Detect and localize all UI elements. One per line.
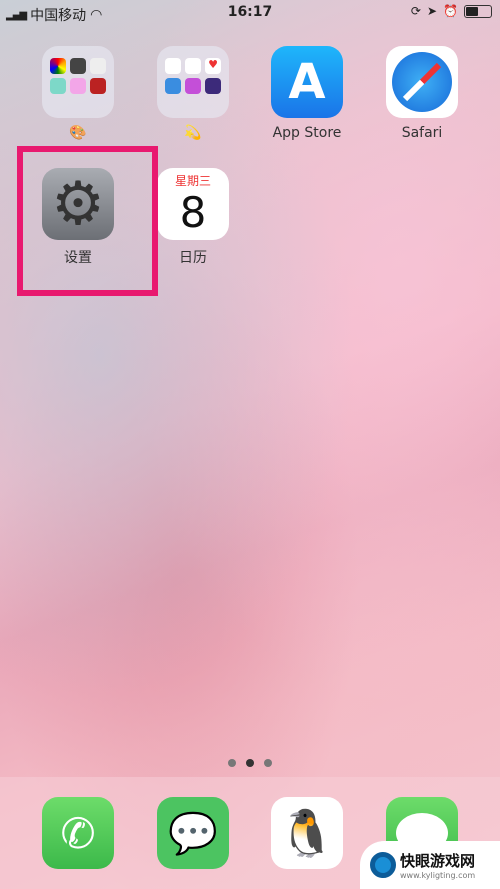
- app-store-icon: A: [288, 54, 326, 110]
- dock-wechat[interactable]: 💬: [157, 797, 229, 869]
- page-dot[interactable]: [264, 759, 272, 767]
- calendar-weekday: 星期三: [174, 174, 211, 188]
- highlight-box: [17, 146, 158, 296]
- phone-icon: ✆: [60, 808, 96, 858]
- wechat-icon: 💬: [168, 810, 218, 857]
- location-icon: ➤: [426, 4, 438, 18]
- dock-phone[interactable]: ✆: [42, 797, 114, 869]
- app-store[interactable]: A App Store: [271, 46, 343, 141]
- folder-1[interactable]: 🎨: [42, 46, 114, 141]
- watermark-logo-icon: [370, 852, 396, 878]
- rotation-lock-icon: ⟳: [410, 4, 421, 18]
- page-dot-current[interactable]: [246, 759, 254, 767]
- dock-qq[interactable]: 🐧: [271, 797, 343, 869]
- calendar-day: 8: [179, 188, 207, 237]
- safari[interactable]: Safari: [386, 46, 458, 141]
- alarm-icon: ⏰: [443, 4, 458, 18]
- status-bar: ▂▄▆ 中国移动 ◠ 16:17 ⟳ ➤ ⏰: [0, 0, 500, 26]
- dock: ✆ 💬 🐧 快眼游戏网 www.kyligting.com: [0, 777, 500, 889]
- watermark: 快眼游戏网 www.kyligting.com: [360, 841, 500, 889]
- compass-icon: [392, 52, 452, 112]
- page-dot[interactable]: [228, 759, 236, 767]
- page-indicator[interactable]: [0, 759, 500, 767]
- qq-penguin-icon: 🐧: [278, 805, 336, 860]
- folder-2[interactable]: ♥ 💫: [157, 46, 229, 141]
- battery-icon: [464, 4, 492, 18]
- calendar[interactable]: 星期三 8 日历: [157, 168, 229, 267]
